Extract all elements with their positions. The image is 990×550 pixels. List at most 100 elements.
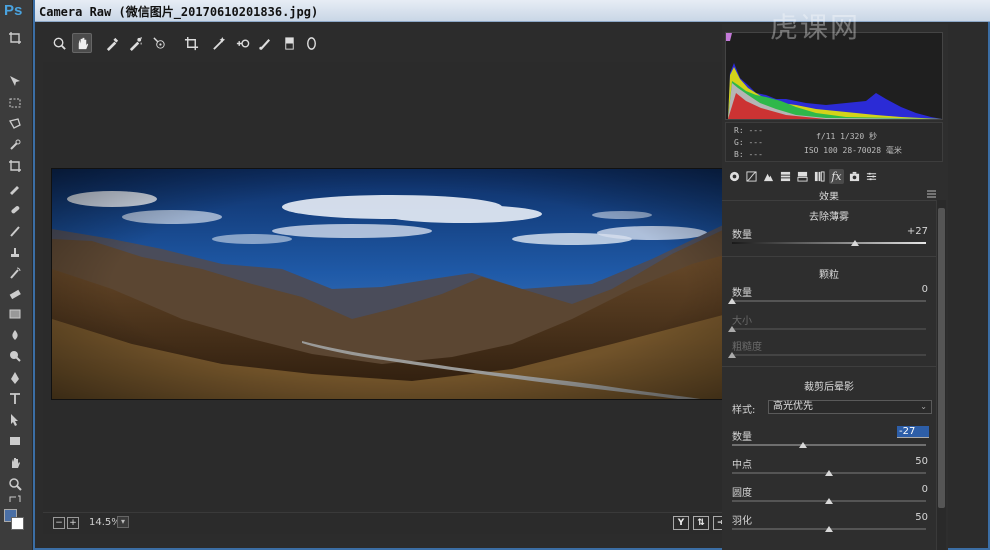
iso-lens-info: ISO 100 28-70028 毫米: [804, 146, 902, 155]
tab-basic[interactable]: [727, 169, 742, 184]
white-balance-icon[interactable]: [102, 33, 122, 53]
color-sampler-icon[interactable]: [125, 33, 145, 53]
ps-logo: Ps: [4, 2, 23, 19]
spot-removal-icon[interactable]: [232, 33, 252, 53]
panel-scrollbar[interactable]: [936, 200, 946, 550]
grain-size-track: [732, 328, 926, 330]
preview-canvas[interactable]: [43, 62, 753, 510]
adjustment-panel: R: --- G: --- B: --- f/11 1/320 秒 ISO 10…: [722, 24, 948, 550]
quick-select-tool-icon[interactable]: [6, 137, 24, 153]
vignette-amount-label: 数量: [732, 432, 752, 443]
history-brush-tool-icon[interactable]: [6, 265, 24, 281]
vignette-amount-input[interactable]: -27: [897, 426, 929, 438]
brush-tool-icon[interactable]: [6, 223, 24, 239]
bottom-bar: − + 14.5% ▾ Y ⇅ ⇥ ☰: [43, 512, 753, 534]
dehaze-amount-slider-thumb[interactable]: [851, 240, 860, 246]
preview-photo[interactable]: [51, 168, 745, 400]
straighten-icon[interactable]: [209, 33, 229, 53]
tool-bar: [43, 31, 753, 57]
marquee-tool-icon[interactable]: [6, 95, 24, 111]
rectangle-tool-icon[interactable]: [6, 433, 24, 449]
vignette-roundness-value[interactable]: 0: [872, 484, 928, 495]
crop-icon[interactable]: [181, 33, 201, 53]
tab-split-toning[interactable]: [795, 169, 810, 184]
fx-effects-tab[interactable]: fx: [829, 169, 844, 184]
gradient-tool-icon[interactable]: [6, 306, 24, 322]
scrollbar-thumb[interactable]: [938, 208, 945, 508]
blur-tool-icon[interactable]: [6, 327, 24, 343]
tab-camera-calibration[interactable]: [847, 169, 862, 184]
vignette-midpoint-value[interactable]: 50: [872, 456, 928, 467]
vignette-amount-track[interactable]: [732, 444, 926, 446]
eyedropper-tool-icon[interactable]: [6, 180, 24, 196]
readout-b: B: ---: [734, 150, 763, 159]
vignette-style-select[interactable]: 高光优先 ⌄: [768, 400, 932, 414]
vignette-feather-label: 羽化: [732, 516, 752, 527]
separator: [722, 256, 936, 257]
path-select-tool-icon[interactable]: [6, 412, 24, 428]
tab-detail[interactable]: [761, 169, 776, 184]
separator: [722, 200, 936, 201]
stamp-tool-icon[interactable]: [6, 244, 24, 260]
vignette-feather-slider-thumb[interactable]: [825, 526, 833, 532]
move-tool-icon[interactable]: [6, 73, 24, 89]
zoom-level: 14.5%: [89, 517, 121, 528]
zoom-in-button[interactable]: +: [67, 517, 79, 529]
swap-settings-icon[interactable]: ⇅: [693, 516, 709, 530]
tab-lens-corrections[interactable]: [812, 169, 827, 184]
grain-amount-track[interactable]: [732, 300, 926, 302]
dehaze-amount-track[interactable]: [732, 242, 926, 244]
vignette-style-label: 样式:: [732, 405, 756, 416]
vignette-roundness-slider-thumb[interactable]: [825, 498, 833, 504]
grain-size-label: 大小: [732, 316, 752, 327]
crop-tool-icon[interactable]: [6, 30, 24, 46]
vignette-style-value: 高光优先: [773, 401, 813, 412]
vignette-midpoint-slider-thumb[interactable]: [825, 470, 833, 476]
vignette-roundness-label: 圆度: [732, 488, 752, 499]
dehaze-amount-label: 数量: [732, 230, 752, 241]
radial-filter-icon[interactable]: [301, 33, 321, 53]
adjustment-brush-icon[interactable]: [255, 33, 275, 53]
zoom-tool-icon[interactable]: [6, 476, 24, 492]
swap-colors-icon[interactable]: [6, 494, 24, 504]
dodge-tool-icon[interactable]: [6, 348, 24, 364]
hand-tool-icon[interactable]: [6, 455, 24, 471]
tab-tone-curve[interactable]: [744, 169, 759, 184]
panel-tab-bar: fx: [725, 168, 943, 186]
zoom-dropdown[interactable]: ▾: [117, 516, 129, 528]
readout-panel: R: --- G: --- B: --- f/11 1/320 秒 ISO 10…: [725, 122, 943, 162]
chevron-down-icon: ⌄: [920, 402, 927, 411]
type-tool-icon[interactable]: [6, 391, 24, 407]
zoom-out-button[interactable]: −: [53, 517, 65, 529]
vignette-title: 裁剪后晕影: [804, 382, 854, 393]
dehaze-title: 去除薄雾: [809, 212, 849, 223]
crop-tool-icon-2[interactable]: [6, 158, 24, 174]
zoom-icon[interactable]: [49, 33, 69, 53]
panel-menu-icon[interactable]: [927, 190, 936, 198]
effects-panel-content: 效果 去除薄雾 数量 +27 颗粒 数量 0 大小 粗糙度 裁剪后晕影 样式: …: [722, 188, 936, 548]
target-adjust-icon[interactable]: [149, 33, 169, 53]
readout-r: R: ---: [734, 126, 763, 135]
tab-presets[interactable]: [864, 169, 879, 184]
window-title: Camera Raw (微信图片_20170610201836.jpg): [39, 5, 319, 19]
background-color-swatch[interactable]: [11, 517, 24, 530]
grain-amount-label: 数量: [732, 288, 752, 299]
eraser-tool-icon[interactable]: [6, 286, 24, 302]
lasso-tool-icon[interactable]: [6, 116, 24, 132]
before-after-y-button[interactable]: Y: [673, 516, 689, 530]
hand-icon[interactable]: [72, 33, 92, 53]
separator: [722, 366, 936, 367]
grain-amount-value[interactable]: 0: [872, 284, 928, 295]
watermark-logo: 虎课网: [770, 11, 861, 44]
healing-brush-tool-icon[interactable]: [6, 202, 24, 218]
pen-tool-icon[interactable]: [6, 370, 24, 386]
vignette-midpoint-label: 中点: [732, 460, 752, 471]
dehaze-amount-value[interactable]: +27: [872, 226, 928, 237]
readout-g: G: ---: [734, 138, 763, 147]
graduated-filter-icon[interactable]: [279, 33, 299, 53]
grain-size-slider-thumb: [728, 326, 736, 332]
tab-hsl[interactable]: [778, 169, 793, 184]
vignette-feather-value[interactable]: 50: [872, 512, 928, 523]
grain-amount-slider-thumb[interactable]: [728, 298, 736, 304]
vignette-amount-slider-thumb[interactable]: [798, 442, 807, 448]
